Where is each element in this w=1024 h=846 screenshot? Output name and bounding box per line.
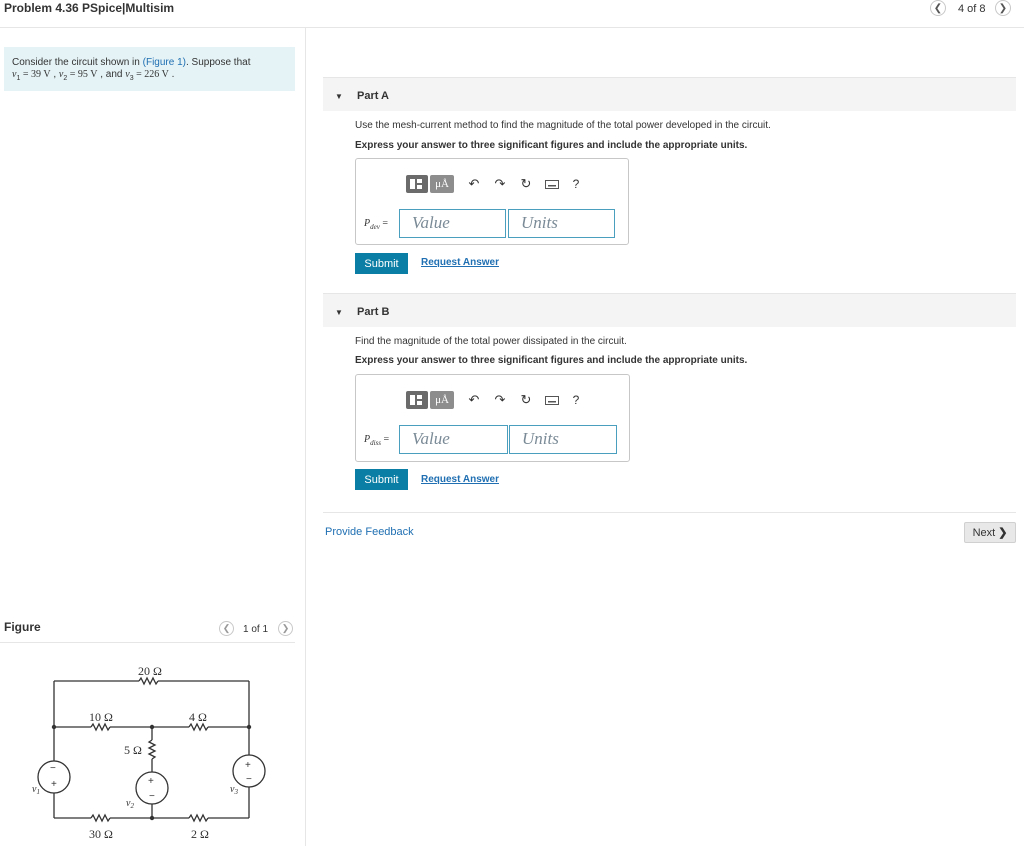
chevron-right-icon: ❯ — [998, 527, 1008, 539]
part-a-answer-box: μÅ ↶ ↷ ↻ ? Pdev = Value Units — [355, 158, 629, 245]
provide-feedback-link[interactable]: Provide Feedback — [325, 526, 414, 538]
part-a-units-input[interactable]: Units — [508, 209, 615, 238]
svg-text:−: − — [50, 763, 56, 774]
collapse-triangle-icon: ▼ — [335, 92, 343, 101]
part-b-answer-box: μÅ ↶ ↷ ↻ ? Pdiss = Value Units — [355, 374, 630, 462]
resistor-20-label: 20 Ω — [138, 664, 162, 678]
units-mu-button[interactable]: μÅ — [430, 175, 454, 193]
source-v2-label: v2 — [126, 798, 134, 810]
source-v3-label: v3 — [230, 784, 238, 796]
undo-icon[interactable]: ↶ — [466, 392, 482, 408]
next-button[interactable]: Next ❯ — [964, 522, 1016, 543]
figure-title: Figure — [4, 620, 41, 634]
problem-title: Problem 4.36 PSpice|Multisim — [4, 1, 175, 15]
templates-icon[interactable] — [406, 175, 428, 193]
circuit-diagram: − + + − + − 20 Ω 10 Ω 4 Ω 5 Ω 30 Ω 2 Ω v… — [32, 664, 266, 841]
resistor-30-label: 30 Ω — [89, 827, 113, 841]
part-b-label: Part B — [357, 306, 390, 318]
part-a-header[interactable]: ▼ Part A — [323, 77, 1016, 111]
column-divider — [305, 28, 306, 846]
keyboard-icon[interactable] — [544, 176, 560, 192]
chevron-left-icon: ❮ — [933, 2, 943, 14]
part-b-units-input[interactable]: Units — [509, 425, 617, 454]
resistor-4-label: 4 Ω — [189, 710, 207, 724]
redo-icon[interactable]: ↷ — [492, 176, 508, 192]
figure-link[interactable]: (Figure 1) — [143, 57, 186, 68]
keyboard-icon[interactable] — [544, 392, 560, 408]
part-b-question: Find the magnitude of the total power di… — [355, 336, 627, 347]
part-a-question: Use the mesh-current method to find the … — [355, 120, 771, 131]
chevron-left-icon: ❮ — [222, 623, 231, 633]
help-button[interactable]: ? — [568, 176, 584, 192]
part-a-equation-label: Pdev = — [364, 218, 388, 231]
part-b-toolbar: μÅ ↶ ↷ ↻ ? — [406, 391, 584, 409]
svg-text:+: + — [148, 776, 154, 787]
reset-icon[interactable]: ↻ — [518, 176, 534, 192]
prev-problem-button[interactable]: ❮ — [930, 0, 946, 16]
figure-counter: 1 of 1 — [243, 624, 269, 635]
part-b-instruction: Express your answer to three significant… — [355, 355, 748, 366]
reset-icon[interactable]: ↻ — [518, 392, 534, 408]
part-a-submit-button[interactable]: Submit — [355, 253, 408, 274]
part-a-value-input[interactable]: Value — [399, 209, 506, 238]
problem-intro: Consider the circuit shown in (Figure 1)… — [4, 47, 295, 91]
intro-line-1: Consider the circuit shown in (Figure 1)… — [12, 57, 251, 68]
templates-icon[interactable] — [406, 391, 428, 409]
resistor-10-label: 10 Ω — [89, 710, 113, 724]
figure-divider — [0, 642, 295, 643]
intro-line-2: v1 = 39 V , v2 = 95 V , and v3 = 226 V . — [12, 69, 175, 82]
help-button[interactable]: ? — [568, 392, 584, 408]
redo-icon[interactable]: ↷ — [492, 392, 508, 408]
part-b-header[interactable]: ▼ Part B — [323, 293, 1016, 327]
part-a-label: Part A — [357, 90, 389, 102]
problem-counter: 4 of 8 — [958, 3, 986, 15]
svg-text:+: + — [51, 779, 57, 790]
parts-divider — [323, 512, 1016, 513]
source-v1-label: v1 — [32, 784, 40, 796]
svg-text:+: + — [245, 760, 251, 771]
chevron-right-icon: ❯ — [998, 2, 1008, 14]
next-problem-button[interactable]: ❯ — [995, 0, 1011, 16]
part-a-toolbar: μÅ ↶ ↷ ↻ ? — [406, 175, 584, 193]
header-divider — [0, 27, 1024, 28]
svg-text:−: − — [149, 791, 155, 802]
part-b-equation-label: Pdiss = — [364, 434, 390, 447]
undo-icon[interactable]: ↶ — [466, 176, 482, 192]
part-b-request-answer-link[interactable]: Request Answer — [421, 474, 499, 485]
collapse-triangle-icon: ▼ — [335, 308, 343, 317]
resistor-5-label: 5 Ω — [124, 743, 142, 757]
units-mu-button[interactable]: μÅ — [430, 391, 454, 409]
chevron-right-icon: ❯ — [281, 623, 290, 633]
figure-next-button[interactable]: ❯ — [278, 621, 293, 636]
part-a-instruction: Express your answer to three significant… — [355, 140, 748, 151]
part-a-request-answer-link[interactable]: Request Answer — [421, 257, 499, 268]
resistor-2-label: 2 Ω — [191, 827, 209, 841]
part-b-submit-button[interactable]: Submit — [355, 469, 408, 490]
svg-text:−: − — [246, 774, 252, 785]
part-b-value-input[interactable]: Value — [399, 425, 508, 454]
figure-prev-button[interactable]: ❮ — [219, 621, 234, 636]
